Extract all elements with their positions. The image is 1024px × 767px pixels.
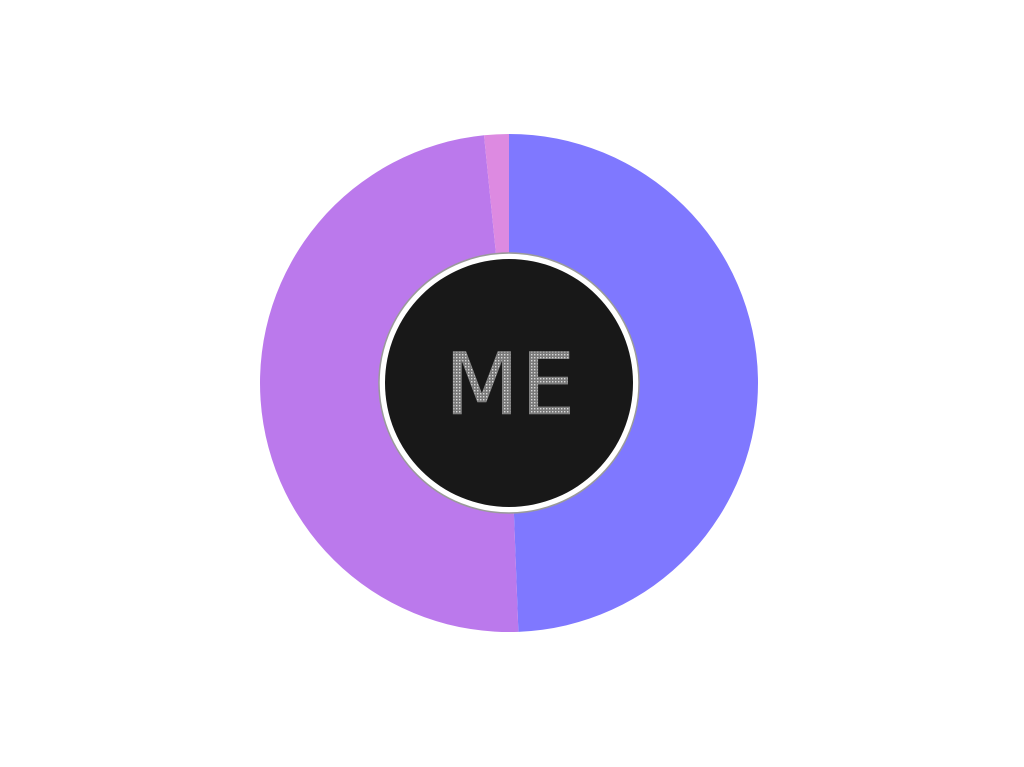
center-badge: ME [378, 252, 640, 514]
center-badge-label: ME [445, 335, 578, 435]
donut-chart: ME [260, 134, 758, 632]
chart-stage: ME [0, 0, 1024, 767]
